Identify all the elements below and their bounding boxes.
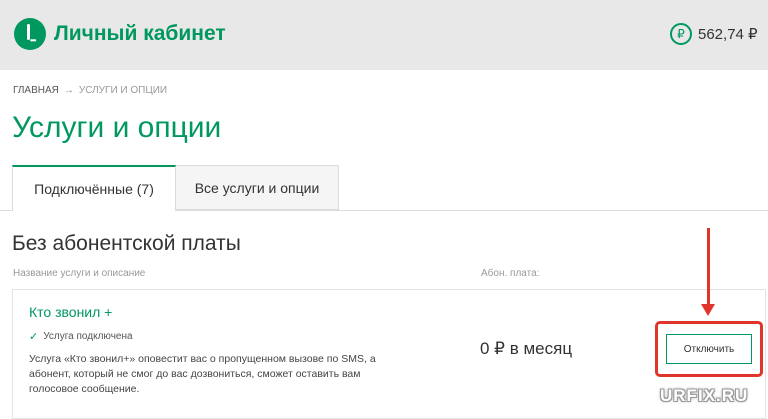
section-title: Без абонентской платы (12, 232, 241, 255)
annotation-arrow-down-icon (701, 304, 715, 316)
check-icon: ✓ (29, 331, 39, 343)
balance-value: 562,74 ₽ (698, 26, 758, 43)
annotation-arrow-shaft (707, 228, 710, 308)
brand-title[interactable]: Личный кабинет (54, 22, 226, 46)
column-header-fee: Абон. плата: (481, 268, 540, 279)
breadcrumb: ГЛАВНАЯ → УСЛУГИ И ОПЦИИ (13, 85, 167, 96)
watermark: URFIX.RU (660, 386, 749, 405)
breadcrumb-home[interactable]: ГЛАВНАЯ (13, 85, 59, 96)
tab-connected[interactable]: Подключённые (7) (12, 165, 176, 211)
service-description: Услуга «Кто звонил+» оповестит вас о про… (29, 353, 376, 395)
service-status: ✓ Услуга подключена (29, 330, 133, 343)
balance[interactable]: ₽ 562,74 ₽ (670, 23, 758, 45)
breadcrumb-separator-icon: → (63, 85, 74, 96)
top-header: ••• Личный кабинет ₽ 562,74 ₽ (0, 0, 768, 70)
megafon-logo-icon[interactable]: ••• (14, 18, 46, 50)
service-status-text: Услуга подключена (43, 331, 133, 342)
tab-all-services[interactable]: Все услуги и опции (176, 165, 339, 210)
breadcrumb-current: УСЛУГИ И ОПЦИИ (78, 85, 168, 96)
page-title: Услуги и опции (12, 111, 222, 144)
service-price: 0 ₽ в месяц (480, 339, 573, 358)
ruble-circle-icon: ₽ (670, 23, 692, 45)
service-name-link[interactable]: Кто звонил + (29, 304, 112, 320)
disable-service-button[interactable]: Отключить (666, 334, 752, 364)
column-header-name: Название услуги и описание (13, 268, 146, 279)
